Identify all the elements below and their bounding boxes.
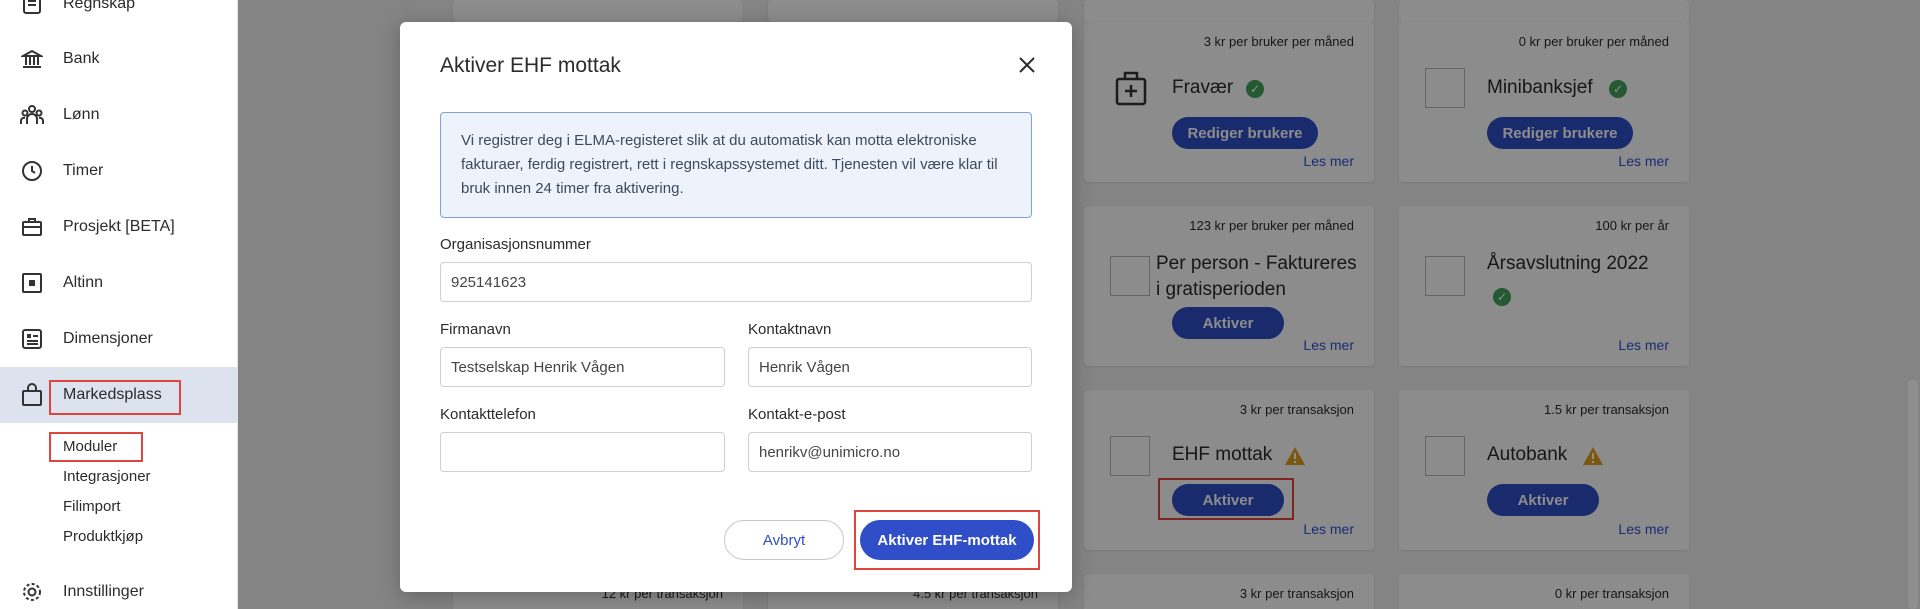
subnav-produktkjop[interactable]: Produktkjøp	[63, 528, 143, 545]
bag-icon	[20, 383, 44, 407]
subnav-filimport[interactable]: Filimport	[63, 498, 121, 515]
sidebar-item-label: Regnskap	[63, 0, 136, 12]
sidebar-item-label: Altinn	[63, 274, 104, 291]
sidebar-item-markedsplass[interactable]: Markedsplass	[0, 367, 238, 423]
bank-icon	[20, 47, 44, 71]
sidebar-item-regnskap[interactable]: Regnskap	[0, 0, 238, 32]
aktiver-ehf-mottak-button[interactable]: Aktiver EHF-mottak	[860, 520, 1034, 560]
orgnr-field[interactable]	[440, 262, 1032, 302]
firmanavn-label: Firmanavn	[440, 321, 511, 338]
sidebar-item-label: Innstillinger	[63, 583, 144, 600]
kontaktnavn-field[interactable]	[748, 347, 1032, 387]
close-icon[interactable]	[1018, 56, 1036, 77]
sidebar-item-label: Timer	[63, 162, 104, 179]
sidebar-item-bank[interactable]: Bank	[0, 31, 238, 87]
subnav-integrasjoner[interactable]: Integrasjoner	[63, 468, 151, 485]
people-icon	[20, 103, 44, 127]
aktiver-ehf-dialog: Aktiver EHF mottak Vi registrer deg i EL…	[400, 22, 1072, 592]
sidebar-item-timer[interactable]: Timer	[0, 143, 238, 199]
sidebar-item-dimensjoner[interactable]: Dimensjoner	[0, 311, 238, 367]
briefcase-icon	[20, 215, 44, 239]
kontaktepost-label: Kontakt-e-post	[748, 406, 846, 423]
sidebar: Regnskap Bank Lønn Timer Prosjekt [BETA]…	[0, 0, 238, 609]
sidebar-item-label: Bank	[63, 50, 100, 67]
dimensions-icon	[20, 327, 44, 351]
sidebar-item-prosjekt[interactable]: Prosjekt [BETA]	[0, 199, 238, 255]
sidebar-item-label: Dimensjoner	[63, 330, 153, 347]
sidebar-item-label: Lønn	[63, 106, 100, 123]
cancel-button[interactable]: Avbryt	[724, 520, 844, 560]
gear-icon	[20, 580, 44, 604]
firmanavn-field[interactable]	[440, 347, 725, 387]
orgnr-label: Organisasjonsnummer	[440, 236, 591, 253]
info-box: Vi registrer deg i ELMA-registeret slik …	[440, 112, 1032, 218]
ledger-icon	[20, 0, 44, 16]
clock-icon	[20, 159, 44, 183]
scrollbar-thumb[interactable]	[1908, 380, 1918, 609]
kontakttelefon-label: Kontakttelefon	[440, 406, 536, 423]
sidebar-item-label: Markedsplass	[63, 386, 162, 403]
sidebar-item-altinn[interactable]: Altinn	[0, 255, 238, 311]
dialog-title: Aktiver EHF mottak	[440, 54, 621, 77]
altinn-icon	[20, 271, 44, 295]
subnav-moduler[interactable]: Moduler	[63, 438, 117, 455]
kontakttelefon-field[interactable]	[440, 432, 725, 472]
kontaktnavn-label: Kontaktnavn	[748, 321, 832, 338]
sidebar-item-innstillinger[interactable]: Innstillinger	[0, 564, 238, 609]
kontaktepost-field[interactable]	[748, 432, 1032, 472]
sidebar-item-lonn[interactable]: Lønn	[0, 87, 238, 143]
sidebar-item-label: Prosjekt [BETA]	[63, 218, 175, 235]
